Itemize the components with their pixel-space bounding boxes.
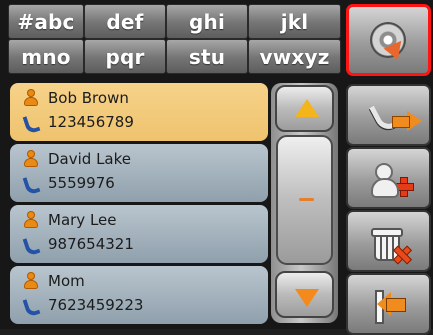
contact-phone: 5559976 <box>48 174 115 192</box>
disc-select-button[interactable] <box>346 4 431 76</box>
contact-phone-line: 987654321 <box>22 235 134 253</box>
alphabet-tab-mno[interactable]: mno <box>8 39 84 74</box>
contact-row[interactable]: Mom 7623459223 <box>10 266 268 324</box>
person-icon <box>22 272 40 290</box>
contact-scrollbar[interactable] <box>271 83 338 323</box>
delete-contact-button[interactable] <box>346 210 431 272</box>
back-arrow-icon <box>369 286 409 326</box>
phone-icon <box>22 174 40 192</box>
phone-icon <box>22 113 40 131</box>
dash-icon <box>299 198 314 201</box>
scroll-thumb[interactable] <box>276 135 333 265</box>
contact-row[interactable]: Mary Lee 987654321 <box>10 205 268 263</box>
contact-phone: 7623459223 <box>48 296 144 314</box>
contact-name: David Lake <box>48 150 132 168</box>
scroll-up-button[interactable] <box>275 85 334 132</box>
disc-cursor-icon <box>370 22 410 62</box>
contact-name-line: Mom <box>22 272 85 290</box>
alphabet-tab-jkl[interactable]: jkl <box>248 4 341 39</box>
alphabet-tab-pqr[interactable]: pqr <box>84 39 166 74</box>
alphabet-filter-grid: #abc def ghi jkl mno pqr stu vwxyz <box>8 4 341 74</box>
contact-phone-line: 5559976 <box>22 174 115 192</box>
alphabet-tab-def[interactable]: def <box>84 4 166 39</box>
contact-phone-line: 7623459223 <box>22 296 143 314</box>
contact-phone-line: 123456789 <box>22 113 134 131</box>
contact-row[interactable]: Bob Brown 123456789 <box>10 83 268 141</box>
add-contact-button[interactable] <box>346 147 431 209</box>
alphabet-tab-ghi[interactable]: ghi <box>166 4 248 39</box>
contact-name-line: David Lake <box>22 150 131 168</box>
call-contact-button[interactable] <box>346 84 431 146</box>
triangle-down-icon <box>295 289 319 307</box>
alphabet-tab-vwxyz[interactable]: vwxyz <box>248 39 341 74</box>
phone-arrow-icon <box>369 98 422 138</box>
contact-name: Mary Lee <box>48 211 117 229</box>
plus-icon <box>394 177 414 197</box>
phonebook-screen: #abc def ghi jkl mno pqr stu vwxyz Bob B… <box>0 0 433 335</box>
side-action-bar <box>346 4 433 335</box>
person-icon <box>22 150 40 168</box>
alphabet-tab-stu[interactable]: stu <box>166 39 248 74</box>
contact-name: Mom <box>48 272 85 290</box>
add-user-icon <box>369 161 414 201</box>
scroll-down-button[interactable] <box>275 271 334 318</box>
contact-phone: 123456789 <box>48 113 134 131</box>
person-icon <box>22 89 40 107</box>
back-button[interactable] <box>346 273 431 335</box>
arrow-head-icon <box>377 292 391 316</box>
phone-icon <box>22 235 40 253</box>
delete-x-icon <box>393 246 409 262</box>
contact-row[interactable]: David Lake 5559976 <box>10 144 268 202</box>
contact-phone: 987654321 <box>48 235 134 253</box>
phone-icon <box>22 296 40 314</box>
contact-name-line: Bob Brown <box>22 89 129 107</box>
triangle-up-icon <box>295 99 319 117</box>
person-icon <box>22 211 40 229</box>
contact-list: Bob Brown 123456789 David Lake 5559976 M… <box>10 83 268 324</box>
arrow-head-icon <box>407 111 422 131</box>
contact-name-line: Mary Lee <box>22 211 117 229</box>
alphabet-tab-abc[interactable]: #abc <box>8 4 84 39</box>
contact-name: Bob Brown <box>48 89 129 107</box>
trash-delete-icon <box>369 224 409 264</box>
